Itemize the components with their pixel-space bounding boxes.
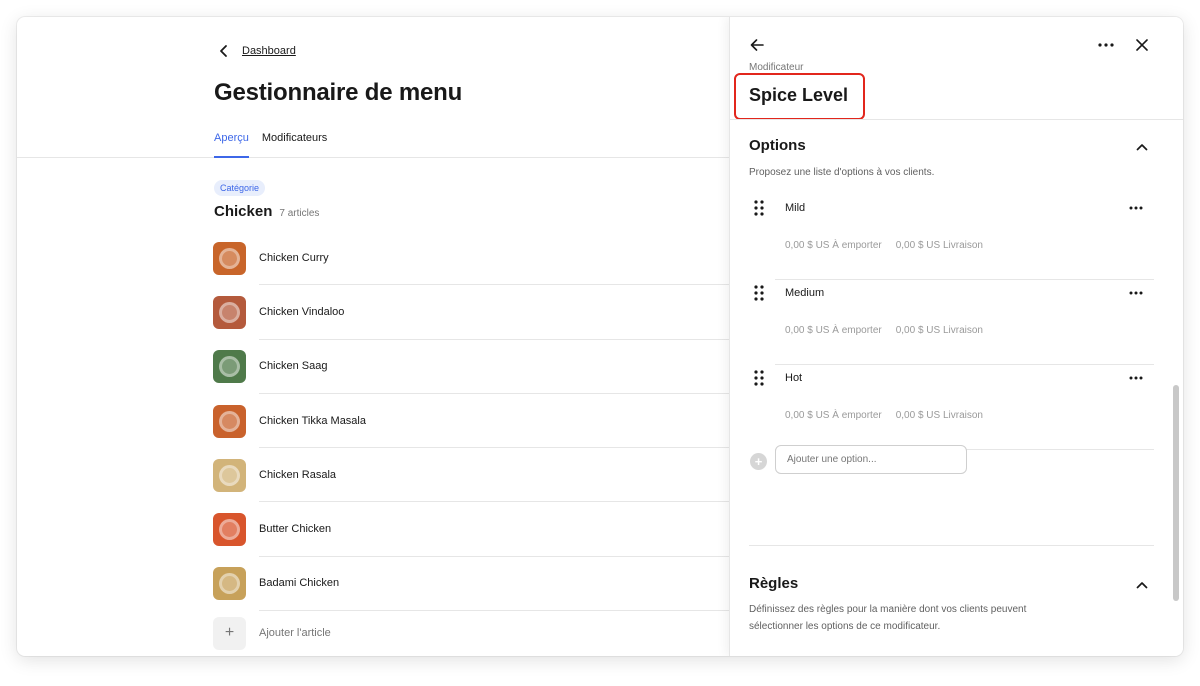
list-item[interactable]: Chicken Curry [213, 231, 729, 286]
chevron-up-icon[interactable] [1130, 135, 1154, 159]
app-window: Dashboard Gestionnaire de menu Aperçu Mo… [17, 17, 1183, 656]
menu-manager: Dashboard Gestionnaire de menu Aperçu Mo… [17, 17, 729, 656]
list-item[interactable]: Chicken Tikka Masala [213, 394, 729, 449]
drag-handle-icon[interactable] [753, 199, 765, 217]
list-item[interactable]: Butter Chicken [213, 502, 729, 557]
item-body: Chicken Curry [259, 231, 729, 286]
item-list: Chicken Curry Chicken Vindaloo Chicken S… [213, 231, 729, 655]
list-item[interactable]: Chicken Rasala [213, 448, 729, 503]
item-thumbnail [213, 458, 246, 492]
item-name: Chicken Tikka Masala [259, 414, 366, 427]
add-option-input[interactable] [775, 445, 967, 474]
option-prices: 0,00 $ US À emporter 0,00 $ US Livraison [785, 325, 983, 336]
item-thumbnail [213, 404, 246, 438]
option-name[interactable]: Mild [785, 202, 805, 214]
list-item[interactable]: Chicken Saag [213, 340, 729, 394]
close-icon[interactable] [1130, 33, 1154, 57]
item-thumbnail [213, 295, 246, 329]
add-item-button[interactable]: Ajouter l'article [259, 627, 331, 639]
item-name: Chicken Vindaloo [259, 305, 345, 318]
category-item-count: 7 articles [279, 208, 320, 219]
option-name[interactable]: Medium [785, 287, 824, 299]
option-row: Medium 0,00 $ US À emporter 0,00 $ US Li… [749, 280, 1154, 365]
options-section-title: Options [749, 137, 806, 154]
more-options-icon[interactable] [1124, 198, 1148, 218]
more-options-icon[interactable] [1094, 33, 1118, 57]
item-name: Chicken Rasala [259, 468, 337, 481]
item-name: Badami Chicken [259, 577, 340, 590]
item-thumbnail [213, 513, 246, 547]
item-name: Chicken Saag [259, 360, 328, 373]
drag-handle-icon[interactable] [753, 369, 765, 387]
chevron-left-icon[interactable] [214, 41, 234, 61]
item-name: Butter Chicken [259, 523, 332, 536]
item-body: Chicken Tikka Masala [259, 394, 729, 449]
section-divider [749, 545, 1154, 546]
breadcrumb: Dashboard [214, 41, 296, 61]
option-name[interactable]: Hot [785, 372, 802, 384]
add-item-row: + Ajouter l'article [213, 611, 729, 655]
page-header: Dashboard Gestionnaire de menu Aperçu Mo… [17, 17, 729, 158]
chevron-up-icon[interactable] [1130, 573, 1154, 597]
more-options-icon[interactable] [1124, 368, 1148, 388]
dashboard-link[interactable]: Dashboard [242, 45, 296, 57]
tab-overview[interactable]: Aperçu [214, 129, 249, 158]
tab-modifiers[interactable]: Modificateurs [262, 129, 327, 158]
modifier-title[interactable]: Spice Level [749, 85, 848, 106]
option-prices: 0,00 $ US À emporter 0,00 $ US Livraison [785, 410, 983, 421]
plus-icon[interactable]: + [213, 616, 246, 650]
tab-bar: Aperçu Modificateurs [214, 129, 340, 158]
item-body: Chicken Saag [259, 340, 729, 394]
item-body: Badami Chicken [259, 557, 729, 612]
delivery-price[interactable]: 0,00 $ US Livraison [896, 240, 983, 251]
category-badge: Catégorie [214, 180, 266, 196]
takeout-price[interactable]: 0,00 $ US À emporter [785, 325, 882, 336]
back-arrow-icon[interactable] [745, 33, 769, 57]
more-options-icon[interactable] [1124, 283, 1148, 303]
item-thumbnail [213, 350, 246, 384]
option-row: Hot 0,00 $ US À emporter 0,00 $ US Livra… [749, 365, 1154, 450]
rules-section-title: Règles [749, 575, 799, 592]
takeout-price[interactable]: 0,00 $ US À emporter [785, 240, 882, 251]
option-row: Mild 0,00 $ US À emporter 0,00 $ US Livr… [749, 195, 1154, 280]
header-divider [730, 119, 1183, 120]
item-thumbnail [213, 241, 246, 275]
delivery-price[interactable]: 0,00 $ US Livraison [896, 410, 983, 421]
category-header: Chicken 7 articles [214, 203, 319, 220]
list-item[interactable]: Chicken Vindaloo [213, 285, 729, 340]
add-option-icon[interactable]: + [750, 453, 767, 470]
modifier-panel: Modificateur Spice Level Options Propose… [729, 17, 1183, 656]
page-title: Gestionnaire de menu [214, 79, 463, 106]
item-name: Chicken Curry [259, 251, 329, 264]
drag-handle-icon[interactable] [753, 284, 765, 302]
item-body: Butter Chicken [259, 502, 729, 557]
item-thumbnail [213, 567, 246, 601]
category-name: Chicken [214, 203, 273, 220]
item-body: Chicken Rasala [259, 448, 729, 503]
option-prices: 0,00 $ US À emporter 0,00 $ US Livraison [785, 240, 983, 251]
scrollbar-thumb[interactable] [1173, 385, 1179, 601]
panel-eyebrow: Modificateur [749, 62, 804, 73]
item-body: Chicken Vindaloo [259, 285, 729, 340]
options-section-description: Proposez une liste d'options à vos clien… [749, 167, 935, 178]
rules-section-description: Définissez des règles pour la manière do… [749, 604, 1027, 632]
takeout-price[interactable]: 0,00 $ US À emporter [785, 410, 882, 421]
list-item[interactable]: Badami Chicken [213, 557, 729, 612]
delivery-price[interactable]: 0,00 $ US Livraison [896, 325, 983, 336]
